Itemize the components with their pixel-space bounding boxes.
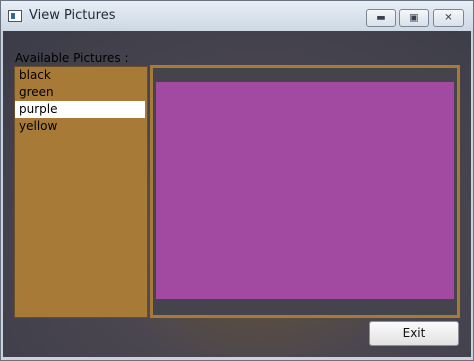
list-item-green[interactable]: green [15, 84, 147, 101]
available-pictures-label: Available Pictures : [15, 51, 129, 65]
close-icon: ✕ [444, 12, 453, 24]
list-item-purple[interactable]: purple [15, 101, 145, 118]
picture-color-swatch [156, 82, 454, 299]
app-icon [8, 10, 22, 22]
maximize-icon: ▣ [409, 12, 419, 24]
pictures-listbox[interactable]: black green purple yellow [14, 66, 148, 318]
title-bar[interactable]: View Pictures ▬ ▣ ✕ [1, 1, 473, 31]
minimize-icon: ▬ [376, 12, 386, 24]
list-item-black[interactable]: black [15, 67, 147, 84]
maximize-button[interactable]: ▣ [399, 9, 429, 27]
close-button[interactable]: ✕ [433, 9, 464, 27]
app-window: View Pictures ▬ ▣ ✕ Available Pictures :… [0, 0, 474, 361]
picture-preview [150, 65, 460, 318]
window-title: View Pictures [29, 8, 116, 23]
minimize-button[interactable]: ▬ [366, 9, 396, 27]
client-area: Available Pictures : black green purple … [3, 31, 471, 357]
list-item-yellow[interactable]: yellow [15, 118, 147, 135]
exit-button[interactable]: Exit [369, 321, 459, 346]
